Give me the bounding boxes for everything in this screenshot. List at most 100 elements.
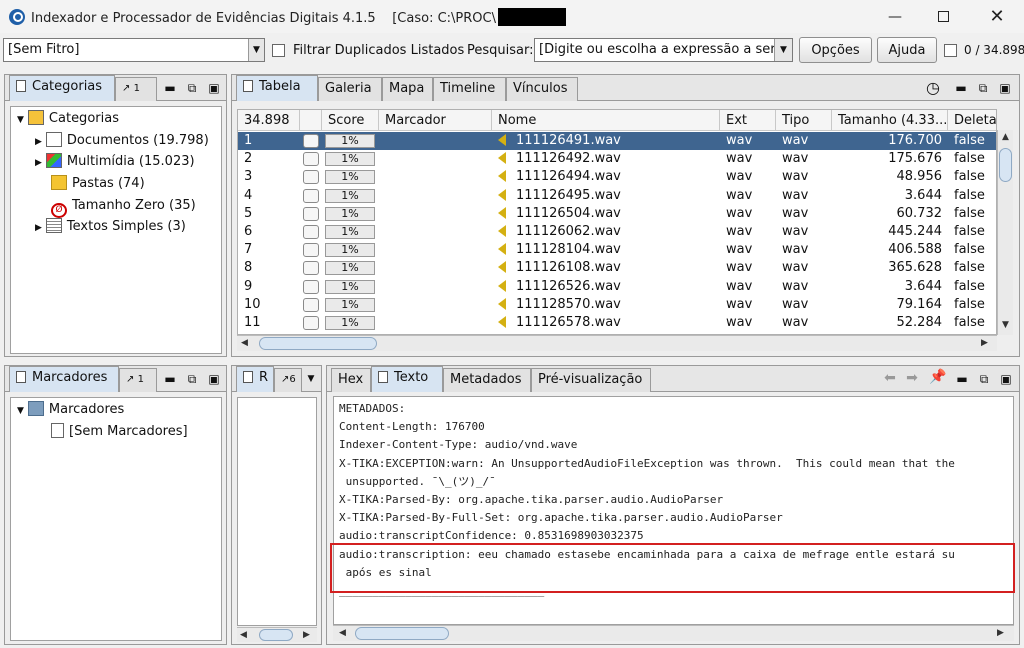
tree-root-categories[interactable]: ▼ Categorias xyxy=(17,109,119,129)
scroll-right-icon[interactable]: ▶ xyxy=(997,628,1004,638)
col-header-size[interactable]: Tamanho (4.33... xyxy=(832,110,948,131)
table-row[interactable]: 10 111128570.wav wav wav 79.164 false 1% xyxy=(238,296,996,314)
table-row[interactable]: 6 111126062.wav wav wav 445.244 false 1% xyxy=(238,223,996,241)
table-row[interactable]: 5 111126504.wav wav wav 60.732 false 1% xyxy=(238,205,996,223)
expand-icon[interactable]: ▼ xyxy=(17,406,24,416)
results-vertical-scrollbar[interactable]: ▲ ▼ xyxy=(997,130,1013,335)
results-horizontal-scrollbar[interactable]: ◀ ▶ xyxy=(237,335,997,351)
tab-filters[interactable]: ↗ 1 xyxy=(115,77,157,101)
minimize-panel-icon[interactable]: ▬ xyxy=(163,372,177,386)
tab-bookmark-filters[interactable]: ↗ 1 xyxy=(119,368,157,392)
scroll-left-icon[interactable]: ◀ xyxy=(240,630,247,640)
collapse-icon[interactable]: ▶ xyxy=(35,158,42,168)
collapse-icon[interactable]: ▶ xyxy=(35,223,42,233)
table-row[interactable]: 8 111126108.wav wav wav 365.628 false 1% xyxy=(238,259,996,277)
expand-icon[interactable]: ▼ xyxy=(17,115,24,125)
tab-text[interactable]: Texto xyxy=(371,366,443,392)
scroll-right-icon[interactable]: ▶ xyxy=(981,338,988,348)
tree-item-multimedia[interactable]: ▶ Multimídia (15.023) xyxy=(35,152,195,172)
col-header-count[interactable]: 34.898 xyxy=(238,110,300,131)
tree-item-no-bookmarks[interactable]: [Sem Marcadores] xyxy=(51,422,188,442)
table-row[interactable]: 9 111126526.wav wav wav 3.644 false 1% xyxy=(238,278,996,296)
col-header-name[interactable]: Nome xyxy=(492,110,720,131)
pin-icon[interactable]: 📌 xyxy=(929,369,946,385)
row-checkbox[interactable] xyxy=(303,188,319,203)
tab-bookmarks[interactable]: Marcadores xyxy=(9,366,119,392)
table-row[interactable]: 4 111126495.wav wav wav 3.644 false 1% xyxy=(238,187,996,205)
help-button[interactable]: Ajuda xyxy=(877,37,937,63)
maximize-panel-icon[interactable]: ▣ xyxy=(998,81,1012,95)
col-header-check[interactable] xyxy=(300,110,322,131)
collapse-icon[interactable]: ▶ xyxy=(35,137,42,147)
minimize-panel-icon[interactable]: ▬ xyxy=(163,81,177,95)
undock-panel-icon[interactable]: ⧉ xyxy=(977,372,991,387)
table-row[interactable]: 2 111126492.wav wav wav 175.676 false 1% xyxy=(238,150,996,168)
tab-timeline[interactable]: Timeline xyxy=(433,77,506,101)
tree-root-bookmarks[interactable]: ▼ Marcadores xyxy=(17,400,124,420)
col-header-deleted[interactable]: Deletac xyxy=(948,110,996,131)
row-checkbox[interactable] xyxy=(303,225,319,239)
row-checkbox[interactable] xyxy=(303,316,319,330)
undock-panel-icon[interactable]: ⧉ xyxy=(976,81,990,96)
col-header-ext[interactable]: Ext xyxy=(720,110,776,131)
back-arrow-icon[interactable]: ⬅ xyxy=(883,370,897,386)
col-header-bookmark[interactable]: Marcador xyxy=(379,110,492,131)
row-checkbox[interactable] xyxy=(303,134,319,148)
undock-panel-icon[interactable]: ⧉ xyxy=(185,372,199,387)
maximize-panel-icon[interactable]: ▣ xyxy=(999,372,1013,386)
tab-map[interactable]: Mapa xyxy=(382,77,433,101)
tree-item-zero-size[interactable]: Ø Tamanho Zero (35) xyxy=(51,196,196,218)
tab-preview[interactable]: Pré-visualização xyxy=(531,368,651,392)
scroll-thumb[interactable] xyxy=(259,629,293,641)
tab-side-filters[interactable]: ↗6 xyxy=(274,368,302,392)
minimize-button[interactable]: — xyxy=(872,0,918,33)
close-button[interactable]: ✕ xyxy=(974,0,1020,33)
scroll-thumb[interactable] xyxy=(355,627,449,640)
table-row[interactable]: 1 111126491.wav wav wav 176.700 false 1% xyxy=(238,132,996,151)
scroll-left-icon[interactable]: ◀ xyxy=(339,628,346,638)
row-checkbox[interactable] xyxy=(303,279,319,294)
col-header-score[interactable]: Score xyxy=(322,110,379,131)
minimize-panel-icon[interactable]: ▬ xyxy=(955,372,969,386)
tab-categories[interactable]: Categorias xyxy=(9,75,115,101)
row-checkbox[interactable] xyxy=(303,152,319,167)
tree-item-folders[interactable]: Pastas (74) xyxy=(51,174,145,194)
maximize-button[interactable] xyxy=(920,0,966,33)
tab-table[interactable]: Tabela xyxy=(236,75,318,101)
row-checkbox[interactable] xyxy=(303,297,319,312)
forward-arrow-icon[interactable]: ➡ xyxy=(905,370,919,386)
tab-side-r[interactable]: R xyxy=(236,366,274,392)
tab-metadata[interactable]: Metadados xyxy=(443,368,531,392)
table-row[interactable]: 7 111128104.wav wav wav 406.588 false 1% xyxy=(238,241,996,259)
clock-icon[interactable]: ◷ xyxy=(926,78,940,97)
row-checkbox[interactable] xyxy=(303,206,319,221)
tree-item-documents[interactable]: ▶ Documentos (19.798) xyxy=(35,131,209,151)
chevron-down-icon[interactable]: ▼ xyxy=(774,39,792,61)
scroll-thumb[interactable] xyxy=(999,148,1012,182)
filter-duplicates-checkbox[interactable] xyxy=(272,44,285,57)
search-input[interactable]: [Digite ou escolha a expressão a ser pe … xyxy=(534,38,793,62)
row-checkbox[interactable] xyxy=(303,170,319,185)
table-row[interactable]: 11 111126578.wav wav wav 52.284 false 1% xyxy=(238,314,996,332)
chevron-down-icon[interactable]: ▼ xyxy=(304,374,318,384)
filter-select[interactable]: [Sem Fitro] ▼ xyxy=(3,38,265,62)
maximize-panel-icon[interactable]: ▣ xyxy=(207,372,221,386)
tab-hex[interactable]: Hex xyxy=(331,368,371,392)
select-all-checkbox[interactable] xyxy=(944,44,957,57)
scroll-down-icon[interactable]: ▼ xyxy=(1002,320,1009,330)
minimize-panel-icon[interactable]: ▬ xyxy=(954,81,968,95)
scroll-right-icon[interactable]: ▶ xyxy=(303,630,310,640)
col-header-type[interactable]: Tipo xyxy=(776,110,832,131)
options-button[interactable]: Opções xyxy=(799,37,872,63)
side-horizontal-scrollbar[interactable]: ◀ ▶ xyxy=(237,627,317,642)
row-checkbox[interactable] xyxy=(303,243,319,258)
scroll-thumb[interactable] xyxy=(259,337,377,350)
viewer-horizontal-scrollbar[interactable]: ◀ ▶ xyxy=(333,625,1014,641)
tab-links[interactable]: Vínculos xyxy=(506,77,578,101)
tab-gallery[interactable]: Galeria xyxy=(318,77,382,101)
scroll-up-icon[interactable]: ▲ xyxy=(1002,132,1009,142)
scroll-left-icon[interactable]: ◀ xyxy=(241,338,248,348)
maximize-panel-icon[interactable]: ▣ xyxy=(207,81,221,95)
table-row[interactable]: 3 111126494.wav wav wav 48.956 false 1% xyxy=(238,168,996,186)
undock-panel-icon[interactable]: ⧉ xyxy=(185,81,199,96)
